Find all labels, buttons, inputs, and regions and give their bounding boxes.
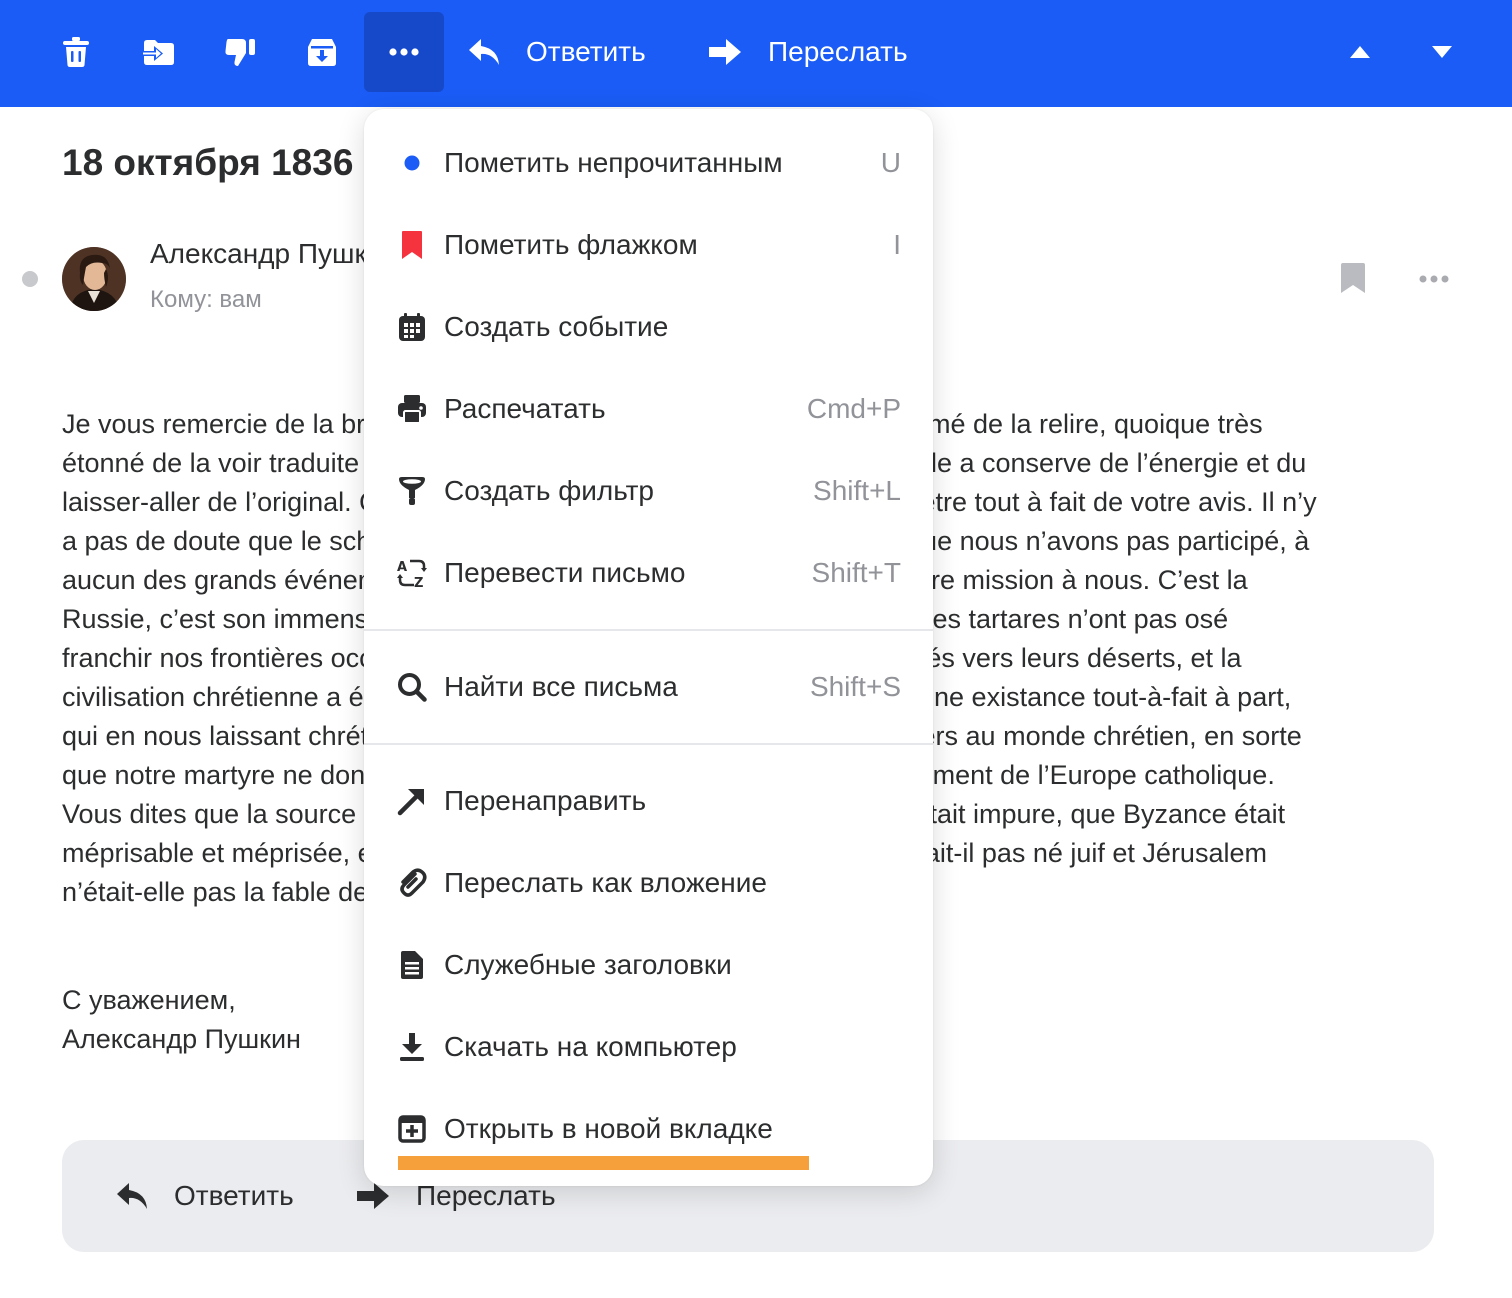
svg-text:Z: Z: [414, 576, 423, 588]
menu-item-shortcut: I: [893, 229, 901, 260]
redirect-arrow-icon: [394, 783, 430, 819]
menu-item-flag[interactable]: Пометить флажком I: [364, 204, 933, 286]
reply-arrow-icon: [116, 1182, 148, 1210]
forward-arrow-icon: [356, 1182, 390, 1210]
menu-item-shortcut: Cmd+P: [806, 393, 901, 424]
printer-icon: [394, 391, 430, 427]
message-subject: 18 октября 1836: [62, 142, 354, 183]
menu-item-label: Пометить флажком: [444, 229, 698, 260]
menu-item-shortcut: U: [880, 147, 901, 178]
reply-button[interactable]: Ответить: [468, 12, 646, 92]
menu-item-forward-as-attachment[interactable]: Переслать как вложение: [364, 842, 933, 924]
avatar[interactable]: [62, 247, 126, 311]
archive-icon: [307, 37, 337, 67]
bookmark-icon: [1340, 263, 1366, 298]
menu-item-find-all[interactable]: Найти все письма Shift+S: [364, 646, 933, 728]
filter-icon: [394, 473, 430, 509]
recipient-label[interactable]: Кому: вам: [150, 286, 262, 314]
menu-item-shortcut: Shift+T: [811, 557, 901, 588]
menu-item-label: Пометить непрочитанным: [444, 147, 783, 178]
forward-arrow-icon: [708, 38, 742, 66]
message-more-button[interactable]: [1414, 262, 1454, 296]
search-icon: [394, 669, 430, 705]
menu-item-label: Перевести письмо: [444, 557, 686, 588]
prev-arrow-icon: [1349, 45, 1371, 59]
translate-icon: A Z: [394, 555, 430, 591]
forward-button[interactable]: Переслать: [708, 12, 908, 92]
menu-item-redirect[interactable]: Перенаправить: [364, 760, 933, 842]
menu-divider: [364, 743, 933, 745]
calendar-icon: [394, 309, 430, 345]
menu-item-translate[interactable]: A Z Перевести письмо Shift+T: [364, 532, 933, 614]
menu-item-service-headers[interactable]: Служебные заголовки: [364, 924, 933, 1006]
menu-item-label: Скачать на компьютер: [444, 1031, 737, 1062]
menu-item-label: Служебные заголовки: [444, 949, 732, 980]
menu-item-create-event[interactable]: Создать событие: [364, 286, 933, 368]
reply-label: Ответить: [526, 36, 646, 67]
sender-name[interactable]: Александр Пушкин: [150, 238, 398, 270]
signature-line: Александр Пушкин: [62, 1024, 301, 1054]
unread-dot-icon: [394, 145, 430, 181]
menu-item-label: Создать событие: [444, 311, 669, 342]
menu-item-shortcut: Shift+L: [813, 475, 901, 506]
next-message-button[interactable]: [1402, 12, 1482, 92]
spam-icon: [224, 37, 256, 67]
new-tab-icon: [394, 1111, 430, 1147]
more-dots-icon: [1419, 270, 1449, 288]
more-actions-button[interactable]: [364, 12, 444, 92]
menu-item-mark-unread[interactable]: Пометить непрочитанным U: [364, 122, 933, 204]
menu-item-download[interactable]: Скачать на компьютер: [364, 1006, 933, 1088]
message-flag-button[interactable]: [1340, 262, 1366, 299]
previous-message-button[interactable]: [1320, 12, 1400, 92]
download-icon: [394, 1029, 430, 1065]
document-icon: [394, 947, 430, 983]
menu-divider: [364, 629, 933, 631]
reply-arrow-icon: [468, 38, 500, 66]
sender-portrait-icon: [62, 247, 126, 311]
signature-line: С уважением,: [62, 985, 236, 1015]
menu-item-label: Создать фильтр: [444, 475, 654, 506]
bottom-reply-button[interactable]: Ответить: [116, 1140, 294, 1252]
delete-button[interactable]: [36, 12, 116, 92]
message-signature: С уважением, Александр Пушкин: [62, 981, 301, 1059]
menu-item-label: Распечатать: [444, 393, 606, 424]
top-toolbar: Ответить Переслать: [0, 0, 1512, 107]
spam-button[interactable]: [200, 12, 280, 92]
trash-icon: [63, 37, 89, 67]
more-actions-menu: Пометить непрочитанным U Пометить флажко…: [364, 109, 933, 1186]
reply-label: Ответить: [174, 1180, 294, 1211]
flag-icon: [394, 227, 430, 263]
archive-button[interactable]: [282, 12, 362, 92]
menu-item-print[interactable]: Распечатать Cmd+P: [364, 368, 933, 450]
menu-item-create-filter[interactable]: Создать фильтр Shift+L: [364, 450, 933, 532]
menu-item-shortcut: Shift+S: [809, 671, 901, 702]
move-to-folder-button[interactable]: [118, 12, 198, 92]
menu-item-label: Перенаправить: [444, 785, 647, 816]
move-to-folder-icon: [141, 38, 175, 66]
menu-item-label: Переслать как вложение: [444, 867, 767, 898]
read-status-dot[interactable]: [22, 271, 38, 287]
paperclip-icon: [394, 865, 430, 901]
menu-item-label: Найти все письма: [444, 671, 678, 702]
forward-label: Переслать: [768, 36, 908, 67]
highlight-underline: [398, 1156, 809, 1170]
next-arrow-icon: [1431, 45, 1453, 59]
more-icon: [389, 48, 419, 56]
svg-text:A: A: [397, 560, 407, 575]
